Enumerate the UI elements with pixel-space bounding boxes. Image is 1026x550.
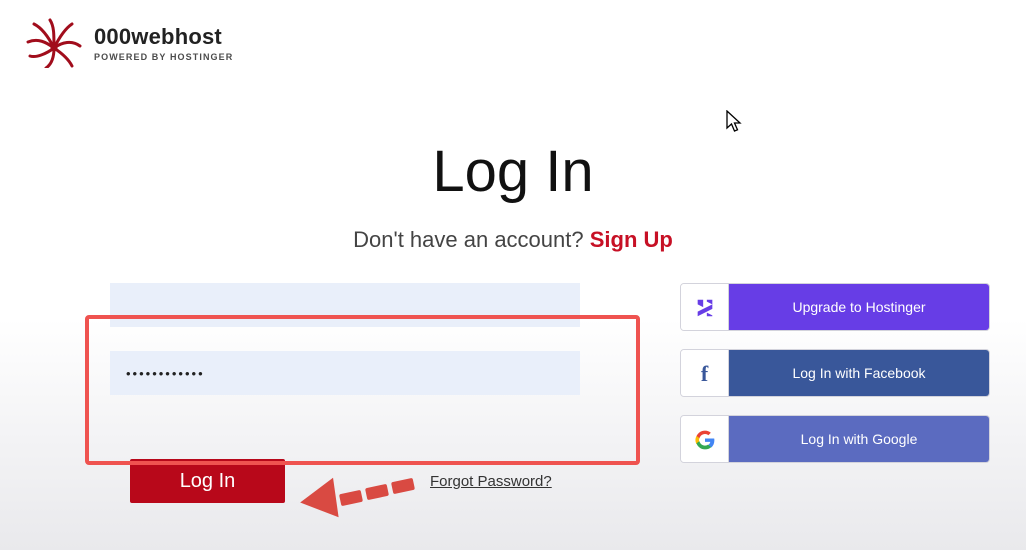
brand-logo-icon <box>24 18 84 68</box>
email-field[interactable] <box>110 283 580 327</box>
signup-prompt: Don't have an account? <box>353 227 590 252</box>
content: Log In Forgot Password? Upgrade to Hosti… <box>0 283 1026 503</box>
login-google-button[interactable]: Log In with Google <box>680 415 990 463</box>
hostinger-icon <box>681 284 729 331</box>
login-facebook-label: Log In with Facebook <box>729 350 989 396</box>
page-title: Log In <box>0 138 1026 205</box>
social-column: Upgrade to Hostinger f Log In with Faceb… <box>680 283 990 503</box>
facebook-icon: f <box>681 350 729 397</box>
subtitle-row: Don't have an account? Sign Up <box>0 227 1026 253</box>
google-icon <box>681 416 729 463</box>
login-button[interactable]: Log In <box>130 459 285 503</box>
login-google-label: Log In with Google <box>729 416 989 462</box>
action-row: Log In Forgot Password? <box>80 459 640 503</box>
forgot-password-link[interactable]: Forgot Password? <box>430 473 552 490</box>
upgrade-hostinger-label: Upgrade to Hostinger <box>729 284 989 330</box>
cursor-icon <box>726 110 744 134</box>
password-field[interactable] <box>110 351 580 395</box>
login-form: Log In Forgot Password? <box>80 283 640 503</box>
upgrade-hostinger-button[interactable]: Upgrade to Hostinger <box>680 283 990 331</box>
brand-name: 000webhost <box>94 24 233 50</box>
header: 000webhost POWERED BY HOSTINGER <box>0 0 1026 68</box>
brand-tagline: POWERED BY HOSTINGER <box>94 52 233 62</box>
brand-text: 000webhost POWERED BY HOSTINGER <box>94 24 233 62</box>
login-facebook-button[interactable]: f Log In with Facebook <box>680 349 990 397</box>
signup-link[interactable]: Sign Up <box>590 227 673 252</box>
